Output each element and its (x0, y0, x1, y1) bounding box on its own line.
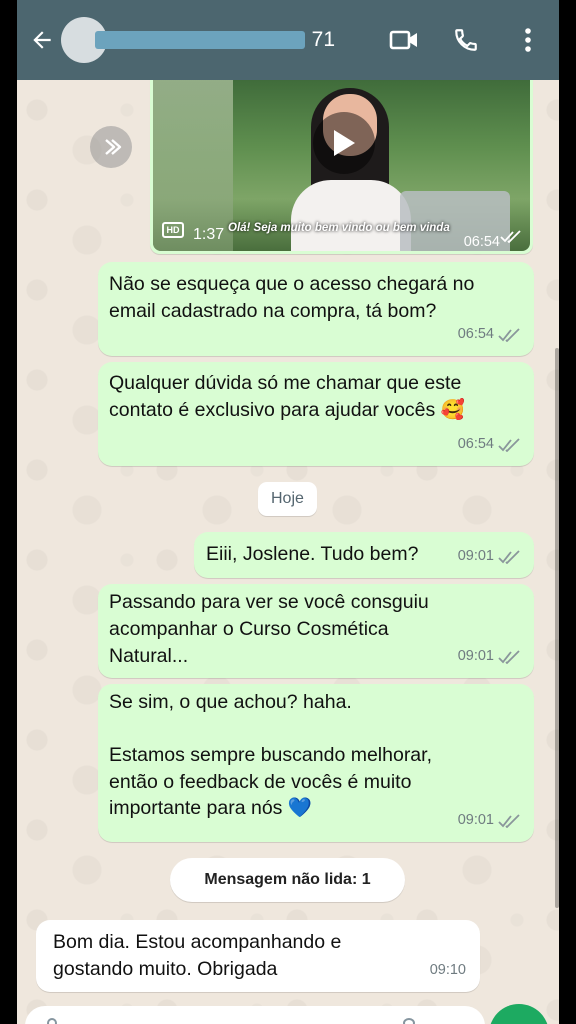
message-meta: 09:01 (458, 543, 522, 570)
forward-icon (105, 139, 122, 155)
double-check-icon (498, 813, 520, 828)
video-thumbnail[interactable]: HD 1:37 Olá! Seja muito bem vindo ou bem… (153, 78, 530, 251)
play-icon (334, 130, 355, 156)
message-input[interactable] (25, 1006, 485, 1024)
back-arrow-icon (33, 31, 51, 49)
camera-icon[interactable] (403, 1018, 415, 1024)
video-message[interactable]: HD 1:37 Olá! Seja muito bem vindo ou bem… (150, 78, 533, 254)
message-time: 09:01 (457, 548, 494, 564)
phone-icon (455, 29, 477, 51)
message-time: 09:10 (429, 962, 466, 978)
forward-button[interactable] (90, 126, 132, 168)
voice-call-button[interactable] (435, 0, 497, 80)
message-meta: 06:54 (458, 321, 522, 348)
chat-header: 71 (17, 0, 559, 80)
double-check-icon (498, 549, 520, 564)
more-options-icon (525, 28, 531, 52)
double-check-icon (500, 230, 521, 243)
message-meta: 09:10 (430, 957, 466, 984)
message-bubble[interactable]: Eiii, Joslene. Tudo bem? 09:01 (194, 532, 534, 578)
message-text: Bom dia. Estou acompanhando e gostando m… (53, 931, 342, 980)
date-divider: Hoje (258, 482, 317, 516)
video-call-button[interactable] (373, 0, 435, 80)
message-text: Qualquer dúvida só me chamar que este co… (109, 372, 465, 421)
unread-divider: Mensagem não lida: 1 (170, 858, 405, 902)
more-options-button[interactable] (497, 0, 559, 80)
header-actions (373, 0, 559, 80)
incoming-message-bubble[interactable]: Bom dia. Estou acompanhando e gostando m… (36, 920, 480, 992)
play-button[interactable] (313, 112, 375, 174)
message-text: Eiii, Joslene. Tudo bem? (206, 543, 419, 565)
emoji-icon[interactable] (47, 1018, 57, 1024)
message-time: 06:54 (463, 234, 500, 250)
message-meta: 06:54 (458, 431, 522, 458)
hd-badge: HD (162, 222, 184, 238)
message-bubble[interactable]: Se sim, o que achou? haha. Estamos sempr… (98, 684, 534, 842)
message-time: 06:54 (457, 326, 494, 342)
chat-screen: 71 HD 1:37 Olá! Seja muito bem vindo ou … (17, 0, 559, 1024)
contact-name-redaction (95, 31, 305, 49)
message-bubble[interactable]: Qualquer dúvida só me chamar que este co… (98, 362, 534, 466)
double-check-icon (498, 327, 520, 342)
scrollbar[interactable] (555, 348, 559, 908)
message-meta: 09:01 (458, 643, 522, 670)
video-caption: Olá! Seja muito bem vindo ou bem vinda (228, 222, 450, 234)
message-bubble[interactable]: Não se esqueça que o acesso chegará no e… (98, 262, 534, 356)
message-time: 09:01 (457, 648, 494, 664)
contact-name-suffix: 71 (311, 28, 335, 51)
message-time: 06:54 (457, 436, 494, 452)
double-check-icon (498, 649, 520, 664)
double-check-icon (498, 437, 520, 452)
message-bubble[interactable]: Passando para ver se você consguiu acomp… (98, 584, 534, 678)
message-time: 09:01 (457, 812, 494, 828)
message-text: Passando para ver se você consguiu acomp… (109, 591, 429, 667)
back-button[interactable] (21, 0, 63, 80)
video-call-icon (389, 30, 417, 50)
video-duration: 1:37 (193, 226, 225, 243)
message-meta: 09:01 (458, 807, 522, 834)
message-text: Não se esqueça que o acesso chegará no e… (109, 273, 475, 322)
message-text: Se sim, o que achou? haha. Estamos sempr… (109, 691, 432, 819)
contact-name[interactable]: 71 (95, 20, 335, 60)
